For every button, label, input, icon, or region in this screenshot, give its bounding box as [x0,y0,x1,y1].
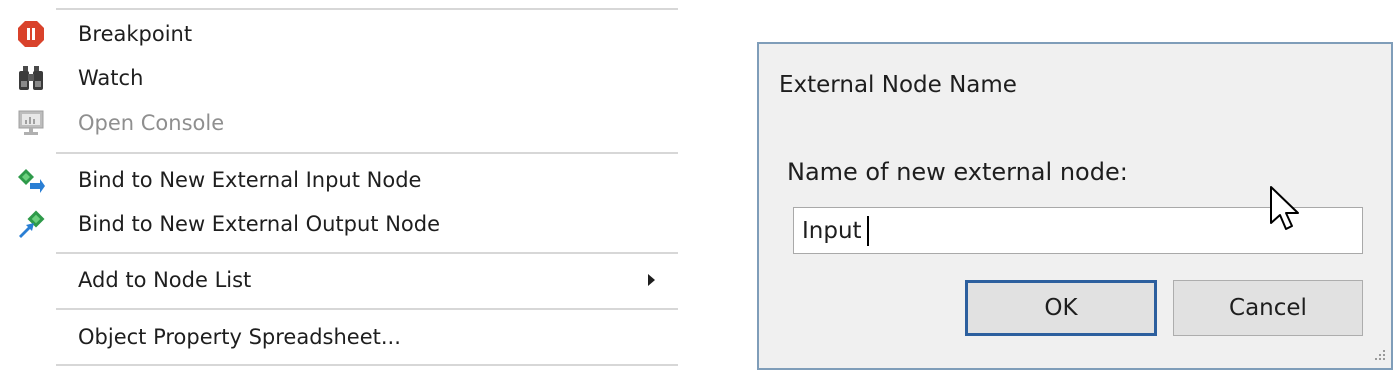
menu-item-watch[interactable]: Watch [0,58,690,98]
cancel-button[interactable]: Cancel [1173,280,1363,336]
menu-item-breakpoint[interactable]: Breakpoint [0,14,690,54]
menu-item-label: Breakpoint [78,22,193,46]
stop-sign-icon [18,21,44,47]
menu-item-label: Bind to New External Input Node [78,168,422,192]
resize-grip-icon[interactable] [1369,346,1387,364]
menu-item-bind-input[interactable]: Bind to New External Input Node [0,160,690,200]
menu-item-add-to-node-list[interactable]: Add to Node List [0,260,690,300]
menu-item-bind-output[interactable]: Bind to New External Output Node [0,204,690,244]
bind-input-icon [18,169,45,193]
menu-item-label: Bind to New External Output Node [78,212,441,236]
menu-separator [56,8,678,10]
text-caret [867,216,869,246]
menu-item-label: Open Console [78,111,225,135]
submenu-arrow-icon [648,274,655,286]
menu-separator [56,152,678,154]
menu-item-label: Watch [78,66,144,90]
menu-separator [56,308,678,310]
binoculars-icon [19,66,43,90]
monitor-console-icon [18,110,44,135]
dialog-title: External Node Name [779,72,1017,98]
mouse-pointer-icon [1270,186,1299,230]
bind-output-icon [19,210,45,238]
context-menu: Breakpoint Watch Open Console Bind to Ne… [0,0,690,375]
menu-item-label: Add to Node List [78,268,252,292]
menu-separator [56,364,678,366]
dialog-prompt: Name of new external node: [787,158,1128,186]
menu-item-object-property-spreadsheet[interactable]: Object Property Spreadsheet... [0,317,690,357]
ok-button[interactable]: OK [965,280,1157,336]
menu-separator [56,252,678,254]
menu-item-label: Object Property Spreadsheet... [78,325,401,349]
menu-item-open-console[interactable]: Open Console [0,103,690,143]
